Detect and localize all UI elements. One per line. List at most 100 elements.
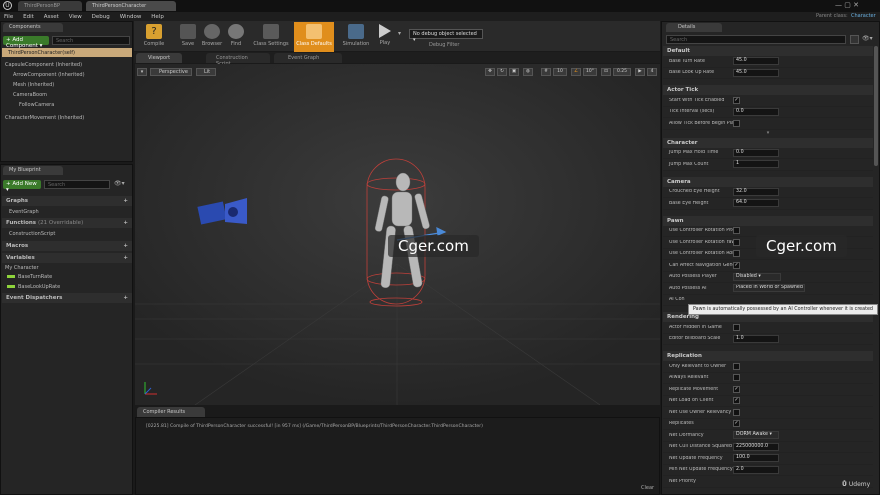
roll-checkbox[interactable]: [733, 250, 740, 258]
world-icon[interactable]: ◍: [523, 68, 533, 76]
menu-view[interactable]: View: [69, 14, 82, 20]
property-matrix-icon[interactable]: [850, 35, 859, 44]
viewport-options-button[interactable]: ▾: [137, 68, 147, 76]
scale-snap-icon[interactable]: ⊡: [601, 68, 611, 76]
camera-speed-icon[interactable]: ▶: [635, 68, 645, 76]
clear-button[interactable]: Clear: [641, 485, 654, 491]
navigation-checkbox[interactable]: ✓: [733, 261, 740, 269]
section-character[interactable]: Character: [663, 137, 873, 148]
details-scrollbar[interactable]: [874, 46, 878, 166]
net-use-owner-checkbox[interactable]: [733, 408, 740, 416]
details-view-options-icon[interactable]: 👁▾: [862, 35, 873, 42]
functions-section-header[interactable]: Functions (21 Overridable) +: [2, 218, 132, 228]
yaw-checkbox[interactable]: [733, 238, 740, 246]
window-controls[interactable]: — ▢ ✕: [835, 1, 859, 9]
base-eye-input[interactable]: 64.0: [733, 199, 779, 208]
rotation-snap-icon[interactable]: ∠: [571, 68, 581, 76]
simulation-button[interactable]: Simulation: [338, 22, 374, 52]
details-search-input[interactable]: Search: [666, 35, 846, 44]
tab-third-person-character[interactable]: ThirdPersonCharacter: [86, 1, 176, 11]
crouched-eye-input[interactable]: 32.0: [733, 187, 779, 196]
start-tick-checkbox[interactable]: ✓: [733, 96, 740, 104]
variable-base-look-up-rate[interactable]: BaseLookUpRate: [1, 282, 131, 291]
section-pawn[interactable]: Pawn: [663, 215, 873, 226]
only-relevant-checkbox[interactable]: [733, 362, 740, 370]
construction-script-tab[interactable]: Construction Script: [206, 53, 270, 67]
auto-possess-ai-select[interactable]: Placed in World or Spawned ▾: [733, 284, 805, 293]
my-blueprint-tab[interactable]: My Blueprint: [3, 166, 63, 175]
base-look-up-rate-input[interactable]: 45.0: [733, 68, 779, 77]
scale-icon[interactable]: ▣: [509, 68, 519, 76]
replicate-movement-checkbox[interactable]: ✓: [733, 385, 740, 393]
rotate-icon[interactable]: ↻: [497, 68, 507, 76]
play-button[interactable]: Play: [372, 22, 398, 52]
component-root[interactable]: ThirdPersonCharacter(self): [2, 48, 132, 57]
variable-base-turn-rate[interactable]: BaseTurnRate: [1, 272, 131, 281]
parent-class-link[interactable]: Character: [851, 13, 876, 19]
play-options-icon[interactable]: ▾: [398, 30, 401, 37]
component-character-movement[interactable]: CharacterMovement (Inherited): [1, 113, 131, 122]
menu-edit[interactable]: Edit: [23, 14, 34, 20]
construction-script-item[interactable]: ConstructionScript: [1, 229, 131, 238]
details-scroll[interactable]: Default Base Turn Rate 45.0 Base Look Up …: [663, 46, 873, 488]
graphs-section-header[interactable]: Graphs +: [2, 196, 132, 206]
allow-tick-checkbox[interactable]: [733, 119, 740, 127]
compile-button[interactable]: ? Compile: [136, 22, 172, 52]
billboard-scale-input[interactable]: 1.0: [733, 334, 779, 343]
component-follow-camera[interactable]: FollowCamera: [1, 100, 131, 109]
menu-asset[interactable]: Asset: [44, 14, 59, 20]
rotation-snap-value[interactable]: 10°: [583, 68, 597, 76]
tick-interval-input[interactable]: 0.0: [733, 107, 779, 116]
component-mesh[interactable]: Mesh (Inherited): [1, 80, 131, 89]
always-relevant-checkbox[interactable]: [733, 374, 740, 382]
net-dormancy-select[interactable]: DORM Awake ▾: [733, 431, 779, 440]
grid-size-value[interactable]: 10: [553, 68, 567, 76]
class-defaults-button[interactable]: Class Defaults: [294, 22, 334, 52]
details-tab[interactable]: Details: [666, 23, 722, 32]
translate-icon[interactable]: ✥: [485, 68, 495, 76]
event-graph-item[interactable]: EventGraph: [1, 207, 131, 216]
view-options-icon[interactable]: 👁▾: [114, 180, 125, 187]
macros-section-header[interactable]: Macros +: [2, 241, 132, 251]
pitch-checkbox[interactable]: [733, 227, 740, 235]
expand-advanced-icon[interactable]: ▾: [663, 130, 873, 138]
replicates-checkbox[interactable]: ✓: [733, 420, 740, 428]
net-load-checkbox[interactable]: ✓: [733, 397, 740, 405]
lit-button[interactable]: Lit: [196, 68, 216, 76]
unreal-logo-icon[interactable]: U: [3, 1, 12, 10]
event-dispatchers-header[interactable]: Event Dispatchers +: [2, 293, 132, 303]
perspective-button[interactable]: Perspective: [150, 68, 192, 76]
menu-help[interactable]: Help: [151, 14, 164, 20]
event-graph-tab[interactable]: Event Graph: [274, 53, 342, 63]
jump-hold-input[interactable]: 0.0: [733, 148, 779, 157]
debug-object-select[interactable]: No debug object selected ▾: [409, 29, 483, 43]
menu-file[interactable]: File: [4, 14, 13, 20]
actor-hidden-checkbox[interactable]: [733, 323, 740, 331]
my-character-category[interactable]: My Character: [1, 263, 131, 272]
component-camera-boom[interactable]: CameraBoom: [1, 90, 131, 99]
components-tab[interactable]: Components: [3, 23, 63, 32]
section-camera[interactable]: Camera: [663, 176, 873, 187]
net-update-input[interactable]: 100.0: [733, 454, 779, 463]
find-button[interactable]: Find: [218, 22, 254, 52]
net-cull-input[interactable]: 225000000.0: [733, 442, 779, 451]
section-default[interactable]: Default: [663, 46, 873, 56]
camera-speed-value[interactable]: 4: [647, 68, 657, 76]
grid-snap-icon[interactable]: #: [541, 68, 551, 76]
section-actor-tick[interactable]: Actor Tick: [663, 85, 873, 95]
scale-snap-value[interactable]: 0.25: [613, 68, 631, 76]
add-component-button[interactable]: + Add Component ▾: [3, 36, 49, 49]
compiler-results-tab[interactable]: Compiler Results: [137, 407, 205, 417]
viewport-tab[interactable]: Viewport: [136, 53, 182, 63]
min-net-update-input[interactable]: 2.0: [733, 465, 779, 474]
component-capsule[interactable]: CapsuleComponent (Inherited): [1, 60, 131, 69]
jump-count-input[interactable]: 1: [733, 160, 779, 169]
tab-third-person-bp[interactable]: ThirdPersonBP: [18, 1, 82, 11]
component-arrow[interactable]: ArrowComponent (Inherited): [1, 70, 131, 79]
variables-section-header[interactable]: Variables +: [2, 253, 132, 263]
components-search-input[interactable]: Search: [52, 36, 130, 45]
viewport[interactable]: ▾ Perspective Lit ✥ ↻ ▣ ◍ # 10 ∠ 10° ⊡ 0…: [135, 64, 660, 405]
menu-window[interactable]: Window: [120, 14, 142, 20]
base-turn-rate-input[interactable]: 45.0: [733, 57, 779, 66]
auto-possess-player-select[interactable]: Disabled ▾: [733, 272, 781, 281]
